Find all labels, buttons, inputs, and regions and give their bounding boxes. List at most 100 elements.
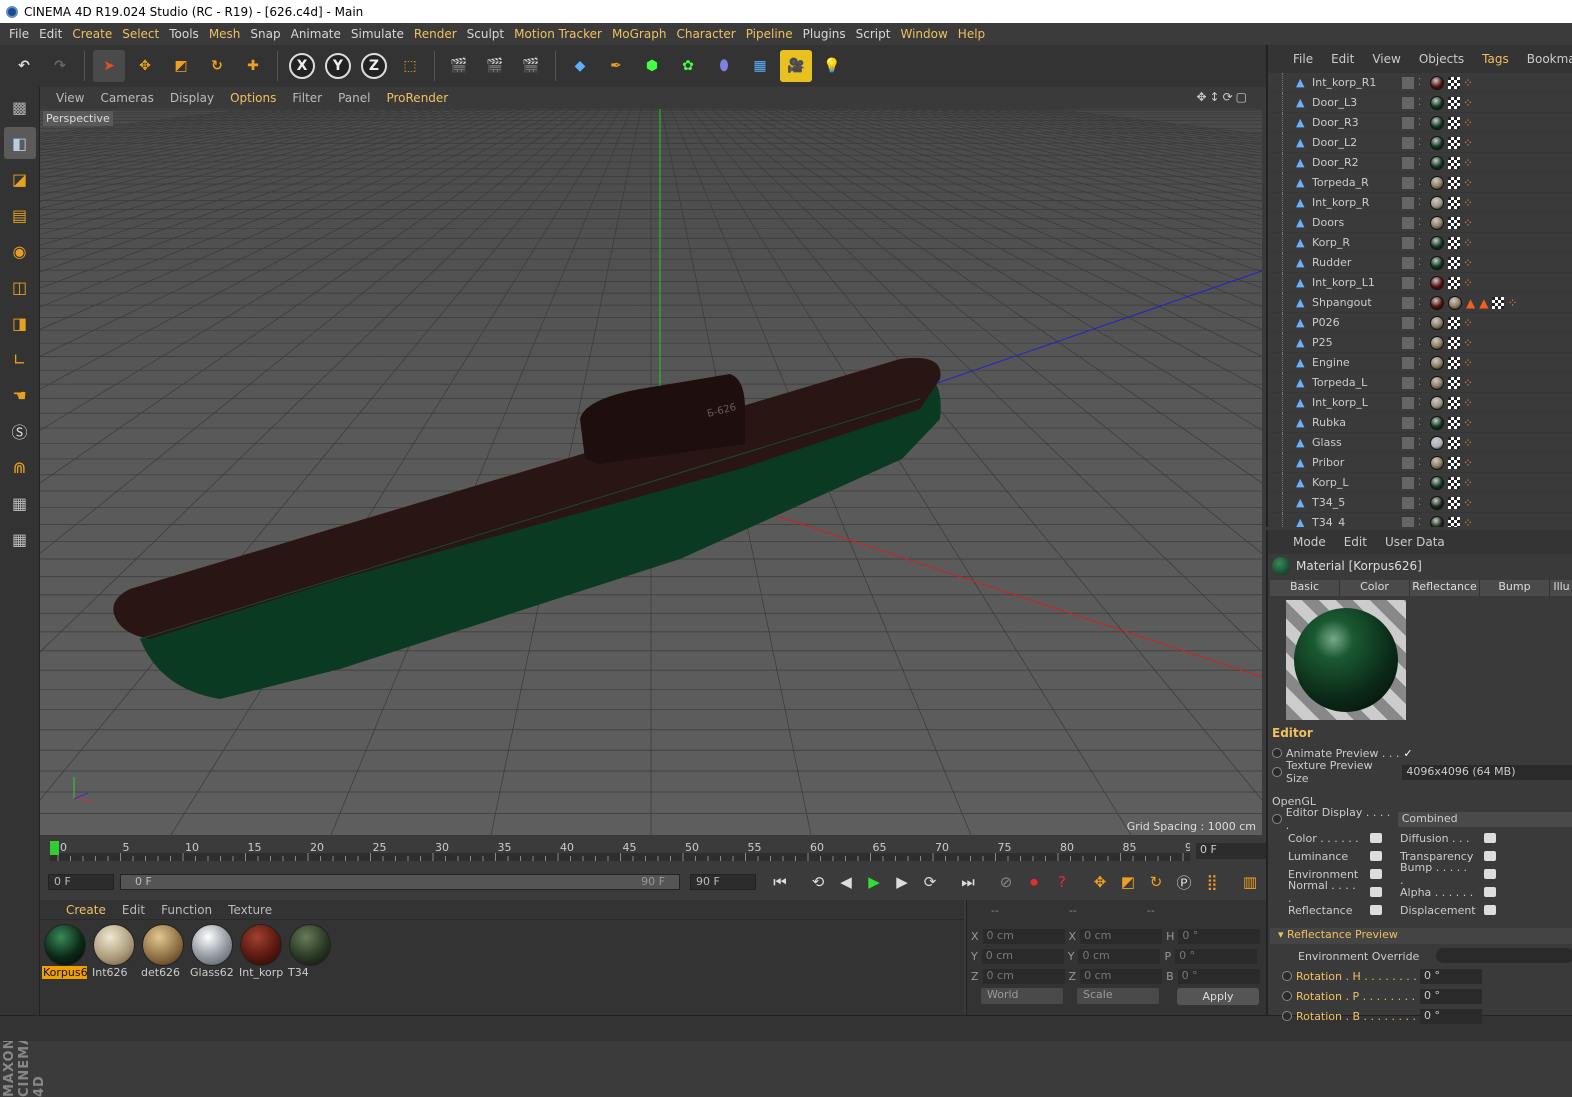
snap-icon[interactable]: Ⓢ bbox=[4, 415, 36, 447]
channel-toggle-icon[interactable] bbox=[1484, 905, 1496, 915]
menu-character[interactable]: Character bbox=[671, 27, 740, 41]
layer-toggle-icon[interactable] bbox=[1402, 476, 1414, 489]
menu-edit[interactable]: Edit bbox=[34, 27, 67, 41]
material-tag-icon[interactable] bbox=[1430, 255, 1444, 270]
layer-toggle-icon[interactable] bbox=[1402, 236, 1414, 249]
visibility-dots-icon[interactable]: ⁚ bbox=[1418, 117, 1426, 128]
axis-mode-icon[interactable]: ∟ bbox=[4, 343, 36, 375]
material-ball[interactable] bbox=[288, 924, 331, 966]
material-tag-icon[interactable] bbox=[1430, 335, 1444, 350]
prev-frame-icon[interactable]: ◀ bbox=[833, 869, 859, 895]
object-menu-bookmarks[interactable]: Bookmarks bbox=[1518, 52, 1572, 66]
rotation-field[interactable]: 0 ° bbox=[1420, 988, 1482, 1004]
material-tag-icon[interactable] bbox=[1430, 135, 1444, 150]
texture-tag-icon[interactable] bbox=[1448, 376, 1460, 389]
visibility-dots-icon[interactable]: ⁚ bbox=[1418, 437, 1426, 448]
attr-tab-bump[interactable]: Bump bbox=[1480, 580, 1550, 596]
layer-toggle-icon[interactable] bbox=[1402, 436, 1414, 449]
menu-create[interactable]: Create bbox=[67, 27, 117, 41]
phong-tag-icon[interactable]: ⁘ bbox=[1463, 316, 1473, 330]
texture-tag-icon[interactable] bbox=[1492, 296, 1505, 309]
rotation-field[interactable]: 0 ° bbox=[1420, 1008, 1482, 1024]
world-dropdown[interactable]: World bbox=[981, 988, 1063, 1004]
object-name[interactable]: Doors bbox=[1312, 216, 1400, 229]
material-tag-icon[interactable] bbox=[1430, 195, 1444, 210]
viewport-nav-icons[interactable]: ✥↕⟳▢ bbox=[1188, 90, 1258, 104]
rotate-icon[interactable]: ↻ bbox=[201, 50, 233, 82]
layer-toggle-icon[interactable] bbox=[1402, 296, 1414, 309]
material-ball[interactable] bbox=[190, 924, 233, 966]
material-tag-icon[interactable] bbox=[1448, 295, 1462, 310]
phong-tag-icon[interactable]: ⁘ bbox=[1463, 276, 1473, 290]
x-axis-lock-button[interactable]: X bbox=[289, 53, 315, 79]
object-row[interactable]: ▲ Door_R3 ⁚ ⁘ bbox=[1268, 112, 1572, 133]
material-menu-edit[interactable]: Edit bbox=[114, 903, 153, 917]
visibility-dots-icon[interactable]: ⁚ bbox=[1418, 457, 1426, 468]
texture-tag-icon[interactable] bbox=[1448, 176, 1460, 189]
layer-toggle-icon[interactable] bbox=[1402, 376, 1414, 389]
object-name[interactable]: Int_korp_R1 bbox=[1312, 76, 1400, 89]
object-row[interactable]: ▲ Engine ⁚ ⁘ bbox=[1268, 352, 1572, 373]
phong-tag-icon[interactable]: ⁘ bbox=[1463, 416, 1473, 430]
object-name[interactable]: Korp_L bbox=[1312, 476, 1400, 489]
channel-toggle-icon[interactable] bbox=[1370, 869, 1382, 879]
coord-field[interactable]: 0 cm bbox=[981, 948, 1064, 964]
visibility-dots-icon[interactable]: ⁚ bbox=[1418, 477, 1426, 488]
object-name[interactable]: Pribor bbox=[1312, 456, 1400, 469]
phong-tag-icon[interactable]: ⁘ bbox=[1463, 356, 1473, 370]
layer-toggle-icon[interactable] bbox=[1402, 156, 1414, 169]
visibility-dots-icon[interactable]: ⁚ bbox=[1418, 397, 1426, 408]
light-icon[interactable]: 💡 bbox=[816, 50, 848, 82]
layer-toggle-icon[interactable] bbox=[1402, 196, 1414, 209]
channel-toggle-icon[interactable] bbox=[1484, 833, 1496, 843]
visibility-dots-icon[interactable]: ⁚ bbox=[1418, 517, 1426, 527]
viewport-menu-view[interactable]: View bbox=[48, 91, 92, 105]
object-name[interactable]: Torpeda_R bbox=[1312, 176, 1400, 189]
object-menu-file[interactable]: File bbox=[1284, 52, 1322, 66]
timeline-ruler[interactable]: 0 5 10 15 20 25 30 35 40 45 50 55 60 65 70 75 80 85 90 bbox=[50, 841, 1190, 863]
object-row[interactable]: ▲ Korp_L ⁚ ⁘ bbox=[1268, 472, 1572, 493]
menu-tools[interactable]: Tools bbox=[164, 27, 204, 41]
material-ball[interactable] bbox=[239, 924, 282, 966]
key-scale-icon[interactable]: ◩ bbox=[1115, 869, 1141, 895]
undo-icon[interactable]: ↶ bbox=[8, 50, 40, 82]
menu-animate[interactable]: Animate bbox=[286, 27, 346, 41]
attr-tab-basic[interactable]: Basic bbox=[1270, 580, 1340, 596]
object-row[interactable]: ▲ Int_korp_R1 ⁚ ⁘ bbox=[1268, 73, 1572, 93]
visibility-dots-icon[interactable]: ⁚ bbox=[1418, 217, 1426, 228]
z-axis-lock-button[interactable]: Z bbox=[361, 53, 387, 79]
points-mode-icon[interactable]: ◉ bbox=[4, 235, 36, 267]
material-swatch[interactable]: Int626 bbox=[91, 924, 136, 979]
scale-icon[interactable]: ◩ bbox=[165, 50, 197, 82]
object-row[interactable]: ▲ Door_L3 ⁚ ⁘ bbox=[1268, 92, 1572, 113]
pen-spline-icon[interactable]: ✒ bbox=[600, 50, 632, 82]
editor-display-radio[interactable] bbox=[1272, 814, 1282, 824]
layer-toggle-icon[interactable] bbox=[1402, 356, 1414, 369]
menu-motion-tracker[interactable]: Motion Tracker bbox=[509, 27, 607, 41]
selection-tag-icon[interactable]: ▲ bbox=[1479, 296, 1488, 310]
object-row[interactable]: ▲ Door_R2 ⁚ ⁘ bbox=[1268, 152, 1572, 173]
reflectance-preview-section[interactable]: ▾ Reflectance Preview bbox=[1270, 928, 1572, 944]
channel-toggle-icon[interactable] bbox=[1370, 887, 1382, 897]
texture-tag-icon[interactable] bbox=[1448, 216, 1460, 229]
viewport-menu-display[interactable]: Display bbox=[162, 91, 222, 105]
play-icon[interactable]: ▶ bbox=[861, 869, 887, 895]
viewport-menu-cameras[interactable]: Cameras bbox=[92, 91, 161, 105]
phong-tag-icon[interactable]: ⁘ bbox=[1463, 256, 1473, 270]
object-name[interactable]: Engine bbox=[1312, 356, 1400, 369]
render-view-icon[interactable]: 🎬 bbox=[443, 50, 475, 82]
material-swatch[interactable]: Int_korp bbox=[238, 924, 283, 979]
object-name[interactable]: Rudder bbox=[1312, 256, 1400, 269]
layer-toggle-icon[interactable] bbox=[1402, 96, 1414, 109]
phong-tag-icon[interactable]: ⁘ bbox=[1463, 456, 1473, 470]
layer-toggle-icon[interactable] bbox=[1402, 136, 1414, 149]
texture-tag-icon[interactable] bbox=[1448, 136, 1460, 149]
layer-toggle-icon[interactable] bbox=[1402, 316, 1414, 329]
visibility-dots-icon[interactable]: ⁚ bbox=[1418, 337, 1426, 348]
visibility-dots-icon[interactable]: ⁚ bbox=[1418, 137, 1426, 148]
visibility-dots-icon[interactable]: ⁚ bbox=[1418, 377, 1426, 388]
material-swatch[interactable]: det626 bbox=[140, 924, 185, 979]
coord-field[interactable]: 0 ° bbox=[1175, 948, 1258, 964]
layer-toggle-icon[interactable] bbox=[1402, 256, 1414, 269]
animate-preview-radio[interactable] bbox=[1272, 748, 1282, 758]
